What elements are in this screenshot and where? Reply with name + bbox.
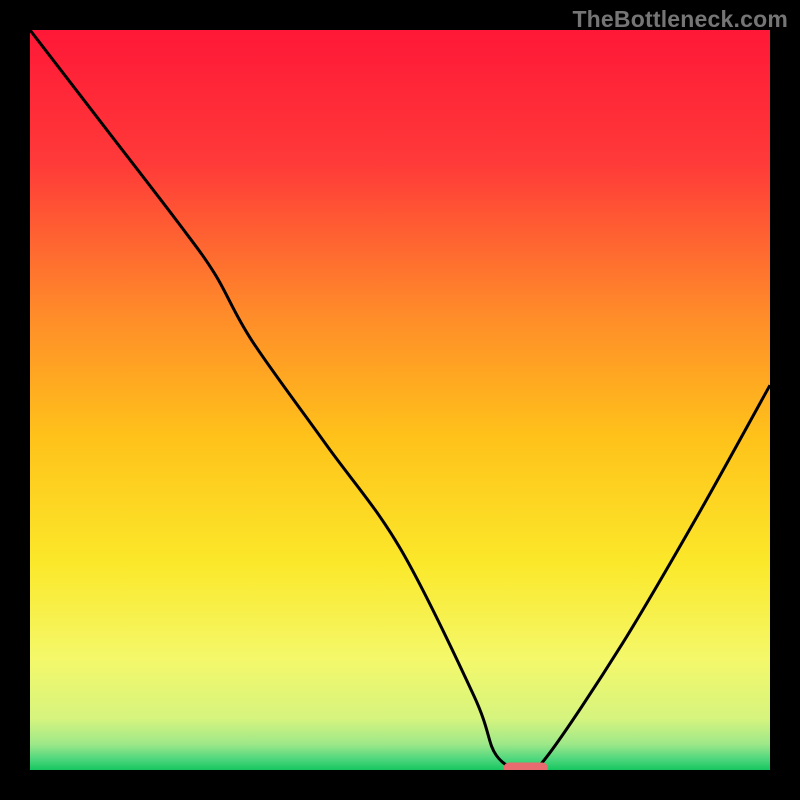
attribution-label: TheBottleneck.com — [572, 6, 788, 33]
optimal-marker — [504, 762, 548, 770]
plot-area — [30, 30, 770, 770]
chart-frame: TheBottleneck.com — [0, 0, 800, 800]
gradient-background — [30, 30, 770, 770]
bottleneck-curve-chart — [30, 30, 770, 770]
